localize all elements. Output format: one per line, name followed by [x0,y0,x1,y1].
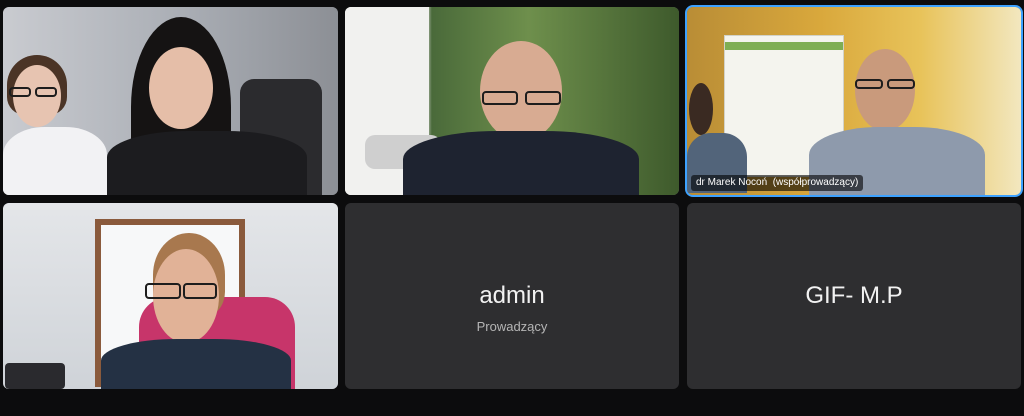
participant-name: GIF- M.P [805,282,903,309]
video-tile-participant-3[interactable]: dr Marek Nocoń (współprowadzący) [687,7,1021,195]
glasses [35,87,57,97]
glasses [183,283,217,299]
participant-name: admin [479,282,545,309]
glasses [482,91,518,105]
avatar-tile-participant-5[interactable]: admin Prowadzący [345,203,679,389]
person-body [107,131,307,195]
glasses [9,87,31,97]
video-tile-participant-2[interactable] [345,7,679,195]
person-head [689,83,713,135]
glasses [887,79,915,89]
person-face [149,47,213,129]
participant-placeholder: GIF- M.P [687,281,1021,311]
participant-role: Prowadzący [476,319,548,334]
glasses [525,91,561,105]
participant-placeholder: admin Prowadzący [345,281,679,335]
avatar-tile-participant-6[interactable]: GIF- M.P [687,203,1021,389]
laptop [5,363,65,389]
glasses [145,283,181,299]
person-body [101,339,291,389]
person-body [3,127,107,195]
video-tile-participant-1[interactable] [3,7,338,195]
participant-name-label: dr Marek Nocoń (współprowadzący) [691,175,864,191]
glasses [855,79,883,89]
person-body [403,131,639,195]
video-tile-participant-4[interactable] [3,203,338,389]
person-face [855,49,915,131]
